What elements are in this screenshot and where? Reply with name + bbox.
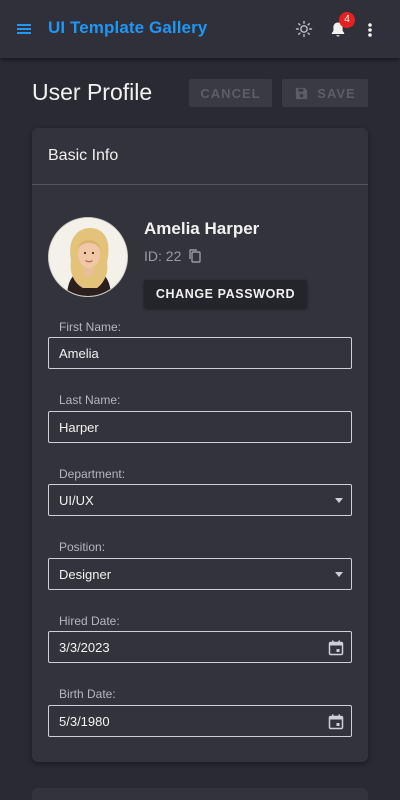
position-label: Position: [59, 540, 106, 554]
app-bar: UI Template Gallery 4 [0, 0, 400, 58]
first-name-field[interactable]: Amelia [48, 337, 352, 369]
birth-date-field[interactable]: 5/3/1980 [48, 705, 352, 737]
cancel-button-label: CANCEL [200, 85, 261, 101]
user-name: Amelia Harper [144, 219, 260, 238]
calendar-icon[interactable] [327, 713, 345, 731]
department-label: Department: [59, 467, 126, 481]
save-button[interactable]: SAVE [282, 79, 368, 107]
save-button-label: SAVE [317, 85, 356, 101]
hired-date-label: Hired Date: [59, 614, 120, 628]
last-name-label: Last Name: [59, 393, 121, 407]
calendar-icon[interactable] [327, 639, 345, 657]
copy-icon[interactable] [187, 248, 203, 264]
user-id-row: ID: 22 [144, 248, 203, 264]
birth-date-label: Birth Date: [59, 687, 116, 701]
position-select[interactable]: Designer [48, 558, 352, 590]
last-name-field[interactable]: Harper [48, 411, 352, 443]
notification-badge: 4 [339, 12, 355, 28]
last-name-value: Harper [59, 419, 99, 435]
card-divider [32, 184, 368, 185]
secondary-card [32, 788, 368, 800]
position-value: Designer [59, 566, 112, 582]
app-title[interactable]: UI Template Gallery [48, 18, 207, 38]
card-title: Basic Info [48, 147, 119, 164]
change-password-button[interactable]: CHANGE PASSWORD [144, 280, 307, 308]
chevron-down-icon [335, 498, 343, 503]
page-title: User Profile [32, 79, 153, 105]
first-name-label: First Name: [59, 320, 122, 334]
birth-date-value: 5/3/1980 [59, 713, 110, 729]
user-id: ID: 22 [144, 248, 182, 264]
hired-date-value: 3/3/2023 [59, 639, 110, 655]
basic-info-card: Basic Info Amelia Harper ID: 22 CHANGE P… [32, 128, 368, 762]
avatar-photo [49, 218, 127, 296]
avatar [48, 217, 128, 297]
cancel-button[interactable]: CANCEL [189, 79, 272, 107]
more-vertical-icon[interactable] [361, 20, 379, 40]
change-password-label: CHANGE PASSWORD [155, 287, 296, 301]
department-value: UI/UX [59, 492, 94, 508]
hired-date-field[interactable]: 3/3/2023 [48, 631, 352, 663]
floppy-disk-icon [296, 87, 308, 99]
brightness-icon[interactable] [295, 20, 313, 38]
first-name-value: Amelia [59, 345, 99, 361]
department-select[interactable]: UI/UX [48, 484, 352, 516]
menu-icon[interactable] [14, 19, 34, 39]
chevron-down-icon [335, 572, 343, 577]
